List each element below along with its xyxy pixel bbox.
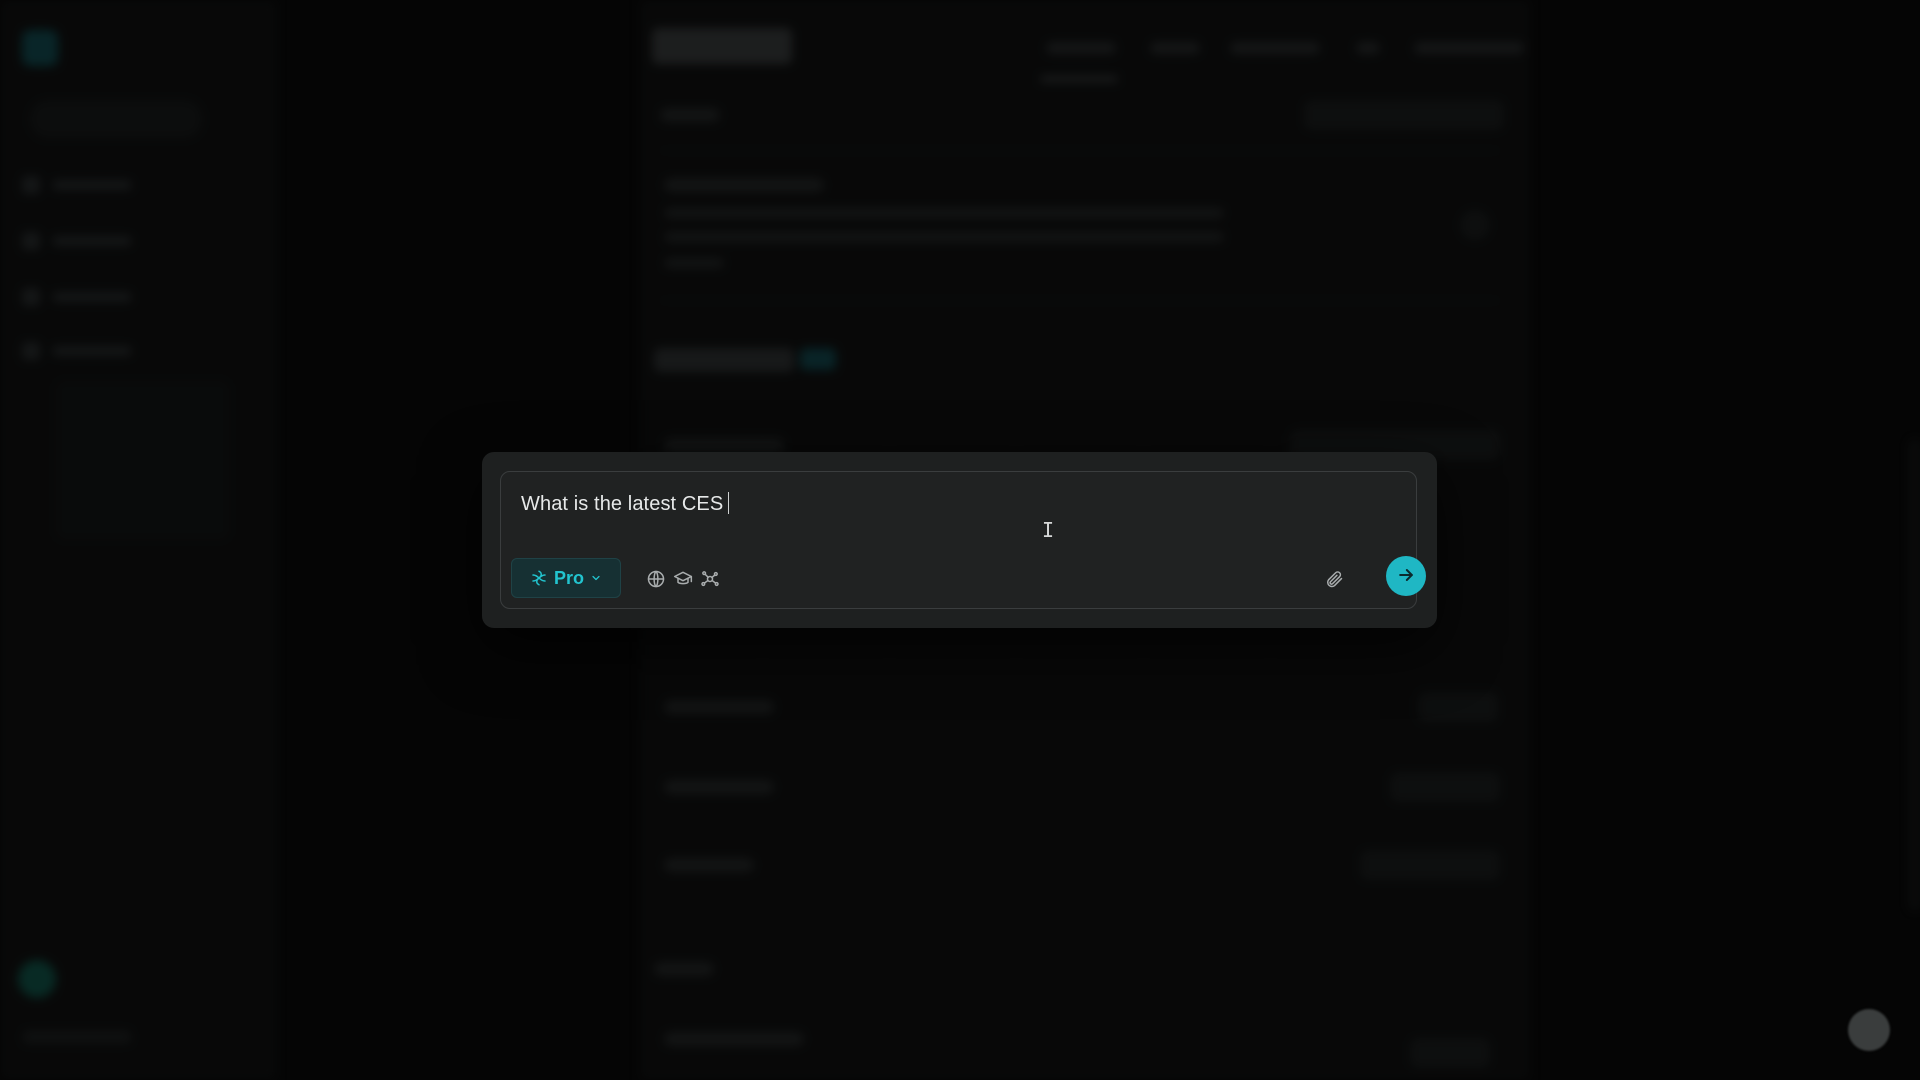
pro-mode-dropdown[interactable]: Pro: [511, 558, 621, 598]
submit-button[interactable]: [1386, 556, 1426, 596]
i-beam-cursor-icon: I: [1042, 518, 1055, 542]
screen: What is the latest CES I Pro: [0, 0, 1920, 1080]
arrow-right-icon: [1396, 565, 1416, 588]
search-query-text[interactable]: What is the latest CES: [521, 492, 730, 516]
focus-web-button[interactable]: [644, 568, 668, 592]
pro-spark-icon: [530, 569, 548, 587]
focus-academic-button[interactable]: [671, 568, 695, 592]
search-query-value: What is the latest CES: [521, 493, 724, 515]
globe-icon: [646, 569, 666, 592]
focus-connectors-button[interactable]: [698, 568, 722, 592]
network-nodes-icon: [699, 569, 721, 592]
search-input[interactable]: What is the latest CES I Pro: [500, 471, 1426, 609]
text-caret: [728, 492, 730, 514]
graduation-cap-icon: [672, 569, 694, 592]
paperclip-icon: [1324, 569, 1344, 592]
attach-file-button[interactable]: [1321, 567, 1347, 593]
focus-source-group: [644, 568, 722, 592]
pro-mode-label: Pro: [553, 567, 584, 588]
chevron-down-icon: [590, 572, 602, 584]
help-button[interactable]: [1848, 1009, 1890, 1051]
quick-search-modal: What is the latest CES I Pro: [482, 452, 1437, 628]
